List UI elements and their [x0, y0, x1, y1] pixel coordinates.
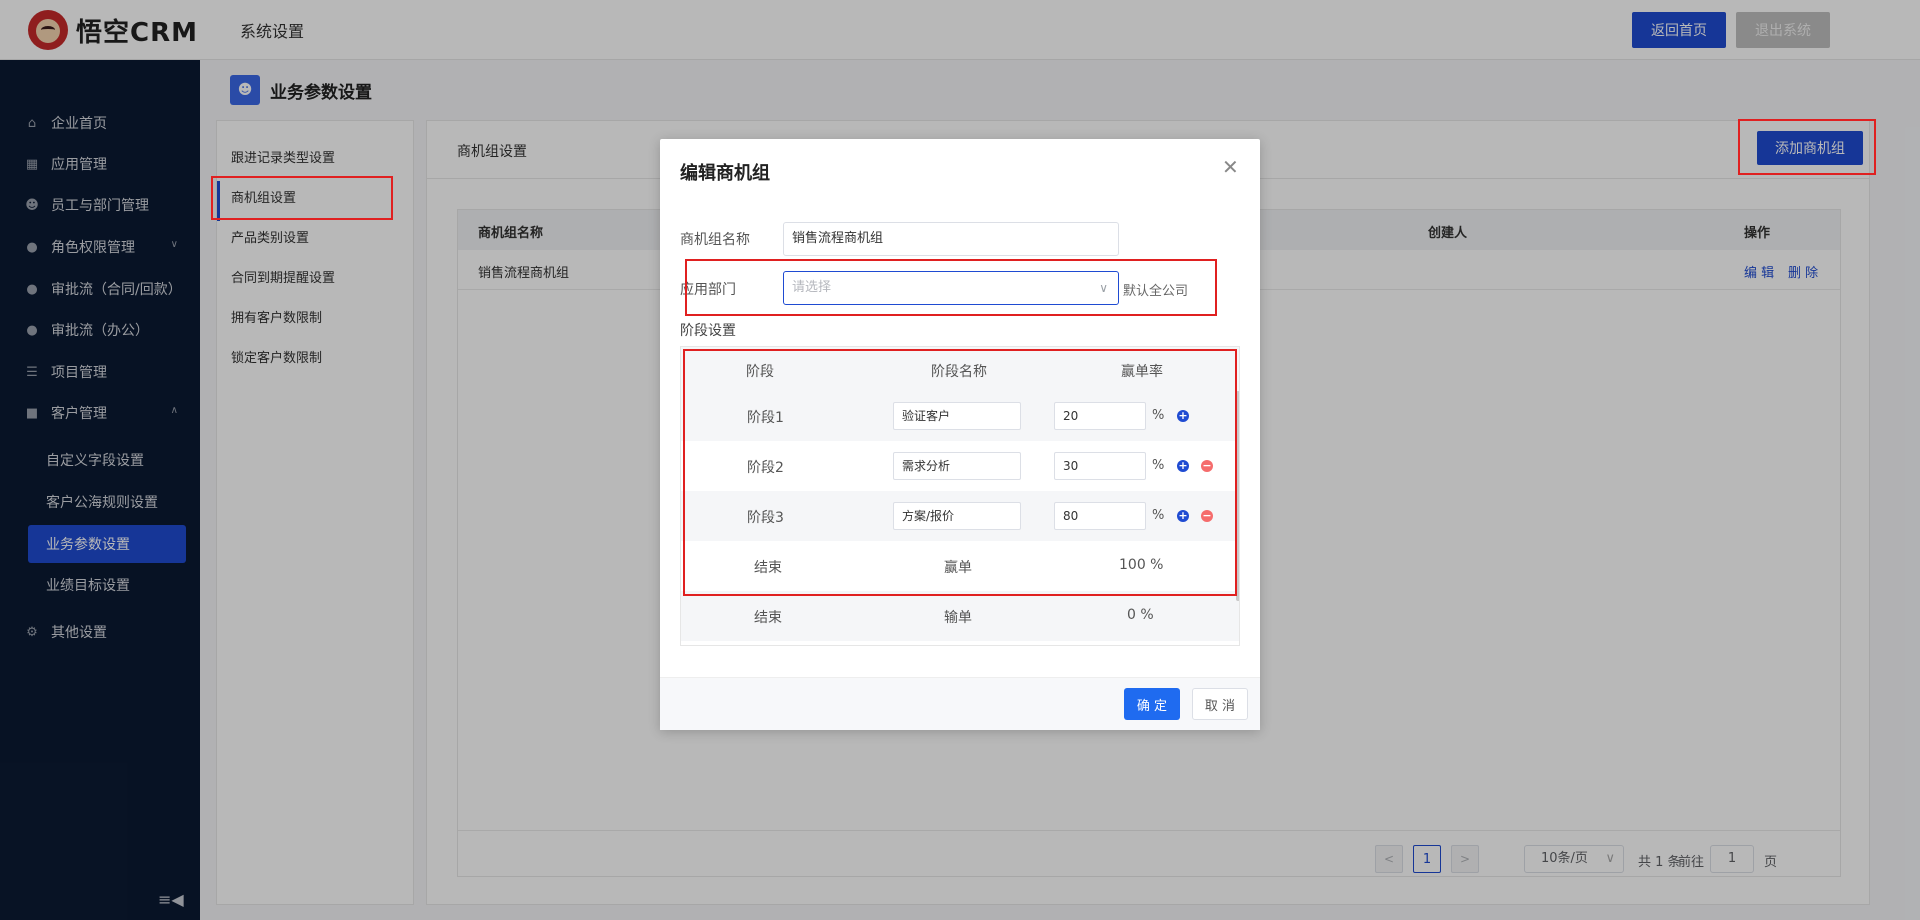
annotation-box-add-button [1738, 119, 1876, 175]
stage-name: 输单 [944, 610, 972, 626]
group-name-label: 商机组名称 [680, 232, 750, 248]
confirm-button[interactable]: 确 定 [1124, 688, 1180, 720]
stage-row-lost: 结束 输单 0 % [681, 591, 1239, 641]
annotation-box-settings-item [211, 176, 393, 220]
dialog-footer: 确 定 取 消 [660, 677, 1260, 730]
dialog-title: 编辑商机组 [680, 163, 770, 184]
group-name-input[interactable]: 销售流程商机组 [783, 222, 1119, 256]
stage-label: 结束 [754, 610, 782, 626]
annotation-box-department [685, 259, 1217, 316]
close-icon[interactable]: ✕ [1222, 155, 1239, 179]
cancel-button[interactable]: 取 消 [1192, 688, 1248, 720]
annotation-box-stages [683, 349, 1237, 596]
stage-settings-title: 阶段设置 [680, 323, 736, 339]
win-rate: 0 % [1127, 607, 1154, 623]
